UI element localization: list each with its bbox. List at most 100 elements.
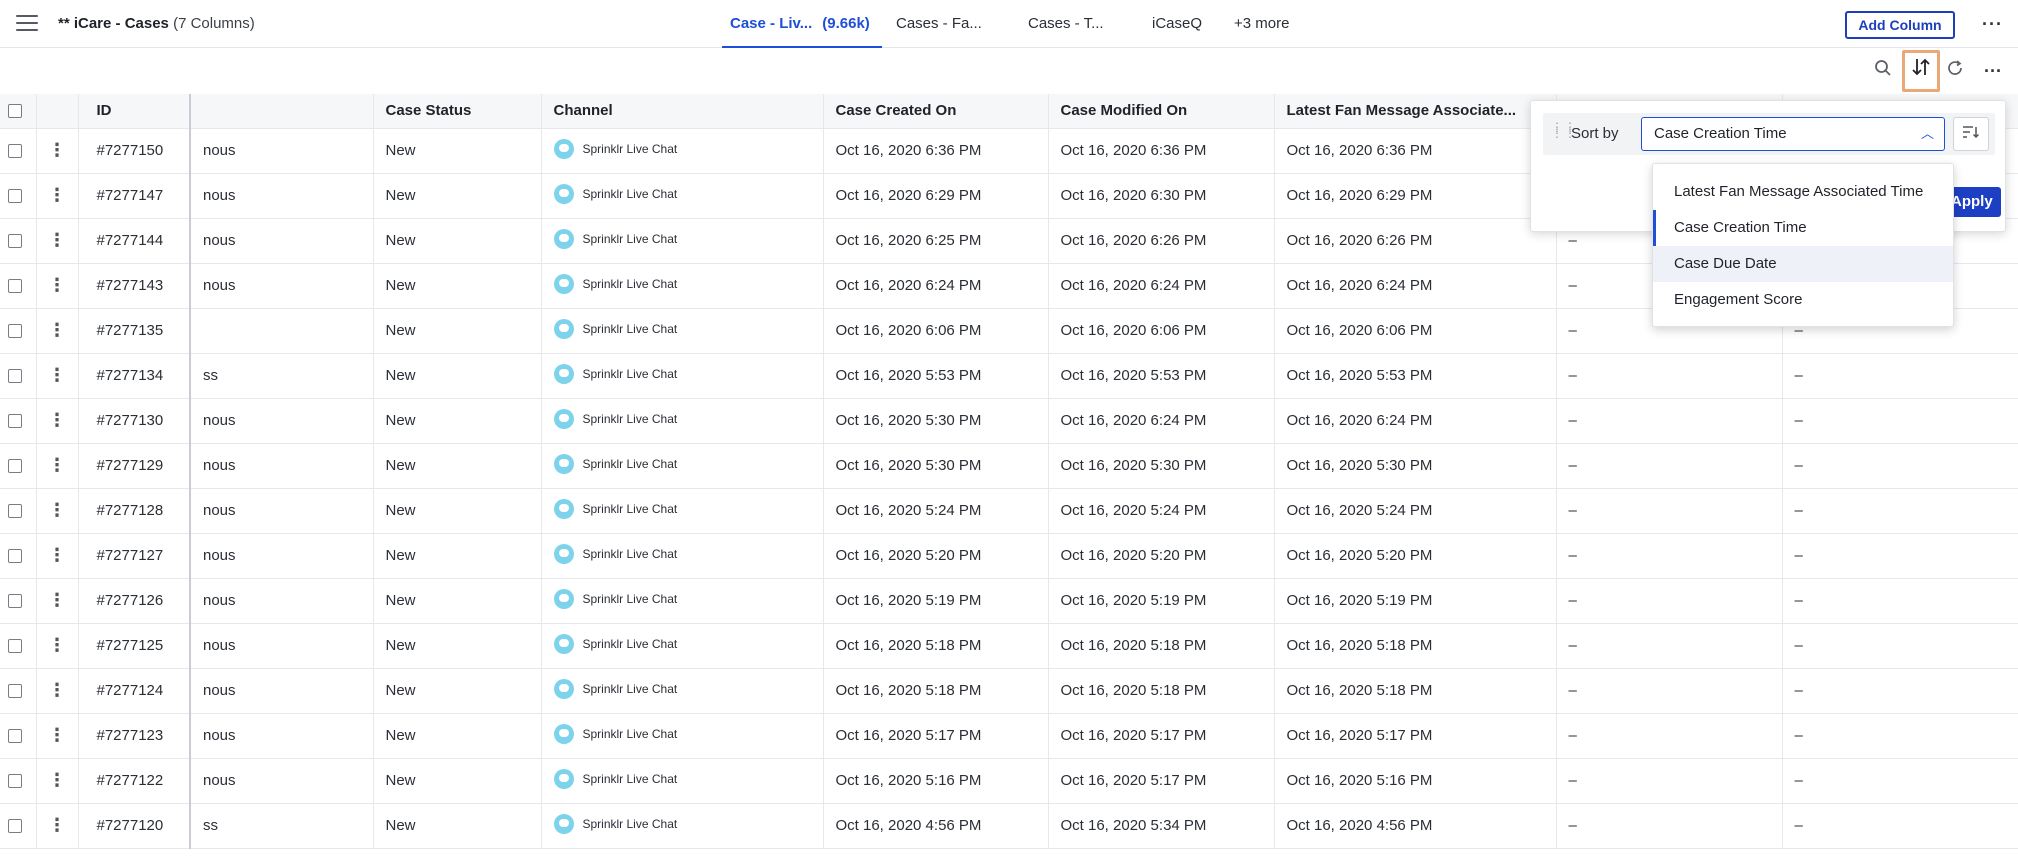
row-checkbox[interactable] — [8, 684, 22, 699]
table-row[interactable]: ⋮ #7277120 ss New Sprinklr Live Chat Oct 16, … — [0, 803, 2018, 849]
row-checkbox[interactable] — [8, 234, 22, 249]
table-row[interactable]: ⋮ #7277123 nous New Sprinklr Live Chat Oct 16… — [0, 713, 2018, 759]
column-header-case-status[interactable]: Case Status — [373, 94, 542, 129]
case-channel: Sprinklr Live Chat — [541, 443, 824, 489]
row-menu-icon[interactable]: ⋮ — [36, 578, 79, 624]
chat-icon — [553, 768, 574, 789]
column-header-name[interactable] — [190, 94, 374, 129]
latest-fan-message-time: Oct 16, 2020 6:36 PM — [1274, 128, 1557, 174]
sort-order-button[interactable] — [1953, 117, 1989, 151]
case-id[interactable]: #7277120 — [78, 803, 191, 849]
hamburger-menu-icon[interactable] — [16, 15, 38, 33]
case-id[interactable]: #7277126 — [78, 578, 191, 624]
row-checkbox[interactable] — [8, 549, 22, 564]
tab-more[interactable]: +3 more — [1206, 0, 1306, 48]
more-icon[interactable]: ··· — [1978, 56, 2008, 86]
row-checkbox[interactable] — [8, 459, 22, 474]
latest-fan-message-time: Oct 16, 2020 5:20 PM — [1274, 533, 1557, 579]
drag-handle-icon[interactable]: ⋮⋮ ⋮⋮ — [1551, 121, 1576, 144]
case-id[interactable]: #7277125 — [78, 623, 191, 669]
table-row[interactable]: ⋮ #7277126 nous New Sprinklr Live Chat Oct 16… — [0, 578, 2018, 624]
sort-icon[interactable] — [1902, 50, 1940, 92]
row-checkbox[interactable] — [8, 729, 22, 744]
case-id[interactable]: #7277134 — [78, 353, 191, 399]
case-id[interactable]: #7277144 — [78, 218, 191, 264]
case-channel: Sprinklr Live Chat — [541, 173, 824, 219]
table-row[interactable]: ⋮ #7277129 nous New Sprinklr Live Chat Oct 16… — [0, 443, 2018, 489]
row-menu-icon[interactable]: ⋮ — [36, 623, 79, 669]
table-row[interactable]: ⋮ #7277125 nous New Sprinklr Live Chat Oct 16… — [0, 623, 2018, 669]
row-menu-icon[interactable]: ⋮ — [36, 758, 79, 804]
row-menu-icon[interactable]: ⋮ — [36, 263, 79, 309]
row-checkbox[interactable] — [8, 504, 22, 519]
row-checkbox[interactable] — [8, 594, 22, 609]
tab-cases-t[interactable]: Cases - T... — [1002, 0, 1124, 48]
case-status: New — [373, 488, 542, 534]
table-row[interactable]: ⋮ #7277127 nous New Sprinklr Live Chat Oct 16… — [0, 533, 2018, 579]
row-menu-icon[interactable]: ⋮ — [36, 713, 79, 759]
row-menu-icon[interactable]: ⋮ — [36, 533, 79, 579]
row-menu-icon[interactable]: ⋮ — [36, 668, 79, 714]
case-id[interactable]: #7277147 — [78, 173, 191, 219]
select-all-checkbox[interactable] — [8, 104, 22, 119]
row-menu-icon[interactable]: ⋮ — [36, 353, 79, 399]
row-menu-icon[interactable]: ⋮ — [36, 218, 79, 264]
table-row[interactable]: ⋮ #7277128 nous New Sprinklr Live Chat Oct 16… — [0, 488, 2018, 534]
column-header-case-created-on[interactable]: Case Created On — [823, 94, 1049, 129]
sort-field-select[interactable]: Case Creation Time ︿ — [1641, 117, 1945, 151]
row-checkbox[interactable] — [8, 189, 22, 204]
case-status: New — [373, 263, 542, 309]
sort-option[interactable]: Engagement Score — [1653, 282, 1953, 318]
case-id[interactable]: #7277127 — [78, 533, 191, 579]
row-checkbox[interactable] — [8, 414, 22, 429]
row-checkbox[interactable] — [8, 639, 22, 654]
row-menu-icon[interactable]: ⋮ — [36, 308, 79, 354]
row-checkbox[interactable] — [8, 369, 22, 384]
more-options-icon[interactable]: ··· — [1982, 14, 2003, 35]
row-checkbox[interactable] — [8, 144, 22, 159]
case-created-on: Oct 16, 2020 5:17 PM — [823, 713, 1049, 759]
column-header-id[interactable]: ID — [78, 94, 191, 129]
tab-cases-fa[interactable]: Cases - Fa... — [882, 0, 1002, 48]
case-id[interactable]: #7277150 — [78, 128, 191, 174]
case-status: New — [373, 173, 542, 219]
case-id[interactable]: #7277129 — [78, 443, 191, 489]
case-id[interactable]: #7277135 — [78, 308, 191, 354]
sort-option[interactable]: Case Due Date — [1653, 246, 1953, 282]
channel-badge: Sprinklr Live Chat — [553, 543, 677, 564]
case-id[interactable]: #7277128 — [78, 488, 191, 534]
row-checkbox[interactable] — [8, 279, 22, 294]
dashboard-title: ** iCare - Cases — [58, 15, 169, 32]
row-menu-icon[interactable]: ⋮ — [36, 128, 79, 174]
row-checkbox[interactable] — [8, 774, 22, 789]
row-menu-icon[interactable]: ⋮ — [36, 398, 79, 444]
row-checkbox[interactable] — [8, 324, 22, 339]
table-row[interactable]: ⋮ #7277134 ss New Sprinklr Live Chat Oct 16, … — [0, 353, 2018, 399]
case-modified-on: Oct 16, 2020 5:24 PM — [1048, 488, 1275, 534]
column-header-case-modified-on[interactable]: Case Modified On — [1048, 94, 1275, 129]
row-menu-icon[interactable]: ⋮ — [36, 488, 79, 534]
column-header-channel[interactable]: Channel — [541, 94, 824, 129]
table-row[interactable]: ⋮ #7277122 nous New Sprinklr Live Chat Oct 16… — [0, 758, 2018, 804]
column-header-latest-fan-message[interactable]: Latest Fan Message Associate... — [1274, 94, 1557, 129]
case-id[interactable]: #7277143 — [78, 263, 191, 309]
add-column-button[interactable]: Add Column — [1845, 11, 1955, 39]
row-menu-icon[interactable]: ⋮ — [36, 803, 79, 849]
tab-case-live[interactable]: Case - Liv... (9.66k) — [722, 0, 882, 48]
case-id[interactable]: #7277123 — [78, 713, 191, 759]
menu-header — [36, 94, 79, 129]
sort-option[interactable]: Latest Fan Message Associated Time — [1653, 174, 1953, 210]
row-checkbox[interactable] — [8, 819, 22, 834]
table-row[interactable]: ⋮ #7277124 nous New Sprinklr Live Chat Oct 16… — [0, 668, 2018, 714]
table-row[interactable]: ⋮ #7277130 nous New Sprinklr Live Chat Oct 16… — [0, 398, 2018, 444]
case-id[interactable]: #7277130 — [78, 398, 191, 444]
search-icon[interactable] — [1868, 56, 1898, 86]
row-menu-icon[interactable]: ⋮ — [36, 443, 79, 489]
refresh-icon[interactable] — [1940, 56, 1970, 86]
case-id[interactable]: #7277122 — [78, 758, 191, 804]
tab-icaseq[interactable]: iCaseQ — [1124, 0, 1206, 48]
sort-option[interactable]: Case Creation Time — [1653, 210, 1953, 246]
chat-icon — [553, 498, 574, 519]
row-menu-icon[interactable]: ⋮ — [36, 173, 79, 219]
case-id[interactable]: #7277124 — [78, 668, 191, 714]
